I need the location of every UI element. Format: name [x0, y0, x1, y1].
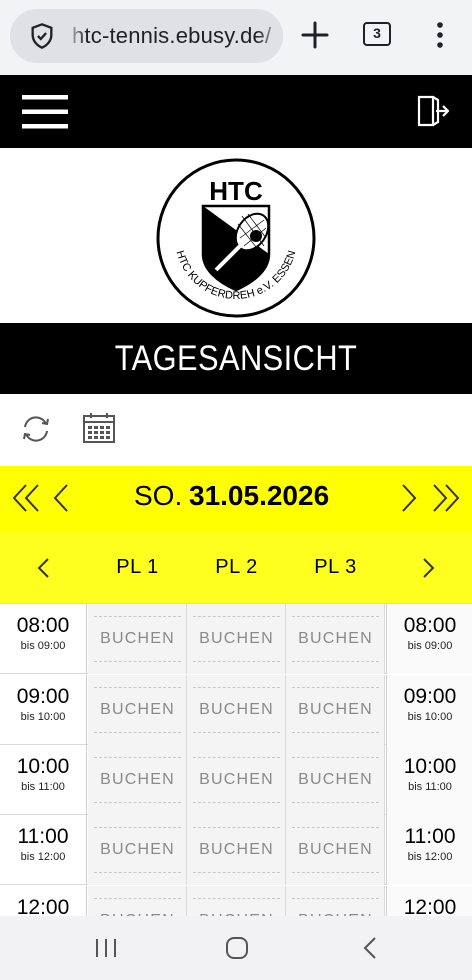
- booking-slot[interactable]: BUCHEN: [286, 745, 385, 815]
- book-button-label: BUCHEN: [100, 630, 175, 647]
- booking-slot[interactable]: BUCHEN: [187, 815, 286, 885]
- book-button-label: BUCHEN: [292, 899, 379, 916]
- time-cell-left: 12:00: [0, 886, 87, 916]
- time-cell-right: 08:00 bis 09:00: [386, 604, 472, 674]
- book-button-label: BUCHEN: [199, 771, 274, 788]
- court-header: PL 1 PL 2 PL 3: [0, 531, 472, 603]
- book-button-label: BUCHEN: [199, 701, 274, 718]
- book-button-label: BUCHEN: [298, 630, 373, 647]
- table-row: 10:00 bis 11:00 BUCHEN BUCHEN BUCHEN 10:0…: [0, 745, 472, 815]
- booking-slot[interactable]: BUCHEN: [187, 604, 286, 674]
- time-cell-right: 10:00 bis 11:00: [386, 745, 472, 815]
- more-vert-icon[interactable]: [428, 18, 452, 52]
- url-text[interactable]: htc-tennis.ebusy.de/: [72, 23, 271, 49]
- club-logo[interactable]: HTC HTC KUPFERDREH e.V. ESSEN: [156, 158, 316, 318]
- booking-slot[interactable]: BUCHEN: [187, 745, 286, 815]
- weekday-label: SO.: [134, 480, 183, 511]
- book-button-label: BUCHEN: [100, 701, 175, 718]
- chevron-left-icon[interactable]: [36, 557, 50, 579]
- booking-slot[interactable]: BUCHEN: [286, 604, 385, 674]
- home-icon[interactable]: [225, 936, 249, 960]
- time-cell-left: 08:00 bis 09:00: [0, 604, 87, 674]
- logout-icon[interactable]: [416, 95, 450, 127]
- court-label-1: PL 1: [116, 556, 159, 578]
- booking-slot[interactable]: BUCHEN: [187, 675, 286, 745]
- booking-grid: 08:00 bis 09:00 BUCHEN BUCHEN BUCHEN 08:0…: [0, 603, 472, 916]
- chevron-right-icon[interactable]: [400, 483, 418, 513]
- tabs-icon[interactable]: 3: [363, 22, 391, 46]
- time-cell-left: 10:00 bis 11:00: [0, 745, 87, 815]
- court-label-2: PL 2: [215, 556, 258, 578]
- table-row: 09:00 bis 10:00 BUCHEN BUCHEN BUCHEN 09:0…: [0, 675, 472, 745]
- back-icon[interactable]: [362, 936, 378, 960]
- date-navigation: SO. 31.05.2026: [0, 466, 472, 531]
- booking-slot[interactable]: BUCHEN: [88, 604, 187, 674]
- book-button-label: BUCHEN: [199, 630, 274, 647]
- double-chevron-left-icon[interactable]: [12, 483, 42, 513]
- booking-slot[interactable]: BUCHEN: [286, 886, 385, 916]
- time-cell-left: 09:00 bis 10:00: [0, 675, 87, 745]
- book-button-label: BUCHEN: [193, 899, 280, 916]
- booking-slot[interactable]: BUCHEN: [88, 675, 187, 745]
- book-button-label: BUCHEN: [100, 841, 175, 858]
- table-row: 08:00 bis 09:00 BUCHEN BUCHEN BUCHEN 08:0…: [0, 604, 472, 674]
- double-chevron-right-icon[interactable]: [430, 483, 460, 513]
- booking-slot[interactable]: BUCHEN: [187, 886, 286, 916]
- date-label[interactable]: 31.05.2026: [189, 480, 329, 512]
- time-cell-right: 12:00: [386, 886, 472, 916]
- system-nav-bar: [0, 916, 472, 980]
- page-title-bar: TAGESANSICHT: [0, 323, 472, 394]
- logo-initials: HTC: [209, 176, 263, 206]
- time-cell-left: 11:00 bis 12:00: [0, 815, 87, 885]
- shield-icon[interactable]: [28, 22, 56, 50]
- calendar-icon[interactable]: [82, 412, 116, 444]
- refresh-icon[interactable]: [20, 413, 52, 445]
- tool-row: [0, 394, 472, 466]
- table-row: 11:00 bis 12:00 BUCHEN BUCHEN BUCHEN 11:0…: [0, 815, 472, 885]
- menu-icon[interactable]: [22, 95, 68, 129]
- book-button-label: BUCHEN: [298, 701, 373, 718]
- browser-toolbar: htc-tennis.ebusy.de/ 3: [0, 0, 472, 75]
- booking-slot[interactable]: BUCHEN: [286, 815, 385, 885]
- chevron-left-icon[interactable]: [52, 483, 70, 513]
- time-cell-right: 11:00 bis 12:00: [386, 815, 472, 885]
- book-button-label: BUCHEN: [298, 771, 373, 788]
- book-button-label: BUCHEN: [298, 841, 373, 858]
- court-label-3: PL 3: [314, 556, 357, 578]
- plus-icon[interactable]: [298, 18, 332, 52]
- address-bar[interactable]: htc-tennis.ebusy.de/: [10, 9, 283, 63]
- chevron-right-icon[interactable]: [422, 557, 436, 579]
- booking-slot[interactable]: BUCHEN: [88, 886, 187, 916]
- book-button-label: BUCHEN: [199, 841, 274, 858]
- site-header: [0, 75, 472, 148]
- recents-icon[interactable]: [94, 937, 118, 959]
- book-button-label: BUCHEN: [94, 899, 181, 916]
- book-button-label: BUCHEN: [100, 771, 175, 788]
- booking-slot[interactable]: BUCHEN: [88, 815, 187, 885]
- booking-slot[interactable]: BUCHEN: [88, 745, 187, 815]
- logo-section: HTC HTC KUPFERDREH e.V. ESSEN: [0, 148, 472, 323]
- table-row: 12:00 BUCHEN BUCHEN BUCHEN 12:00: [0, 886, 472, 916]
- booking-slot[interactable]: BUCHEN: [286, 675, 385, 745]
- time-cell-right: 09:00 bis 10:00: [386, 675, 472, 745]
- page-title: TAGESANSICHT: [114, 339, 358, 378]
